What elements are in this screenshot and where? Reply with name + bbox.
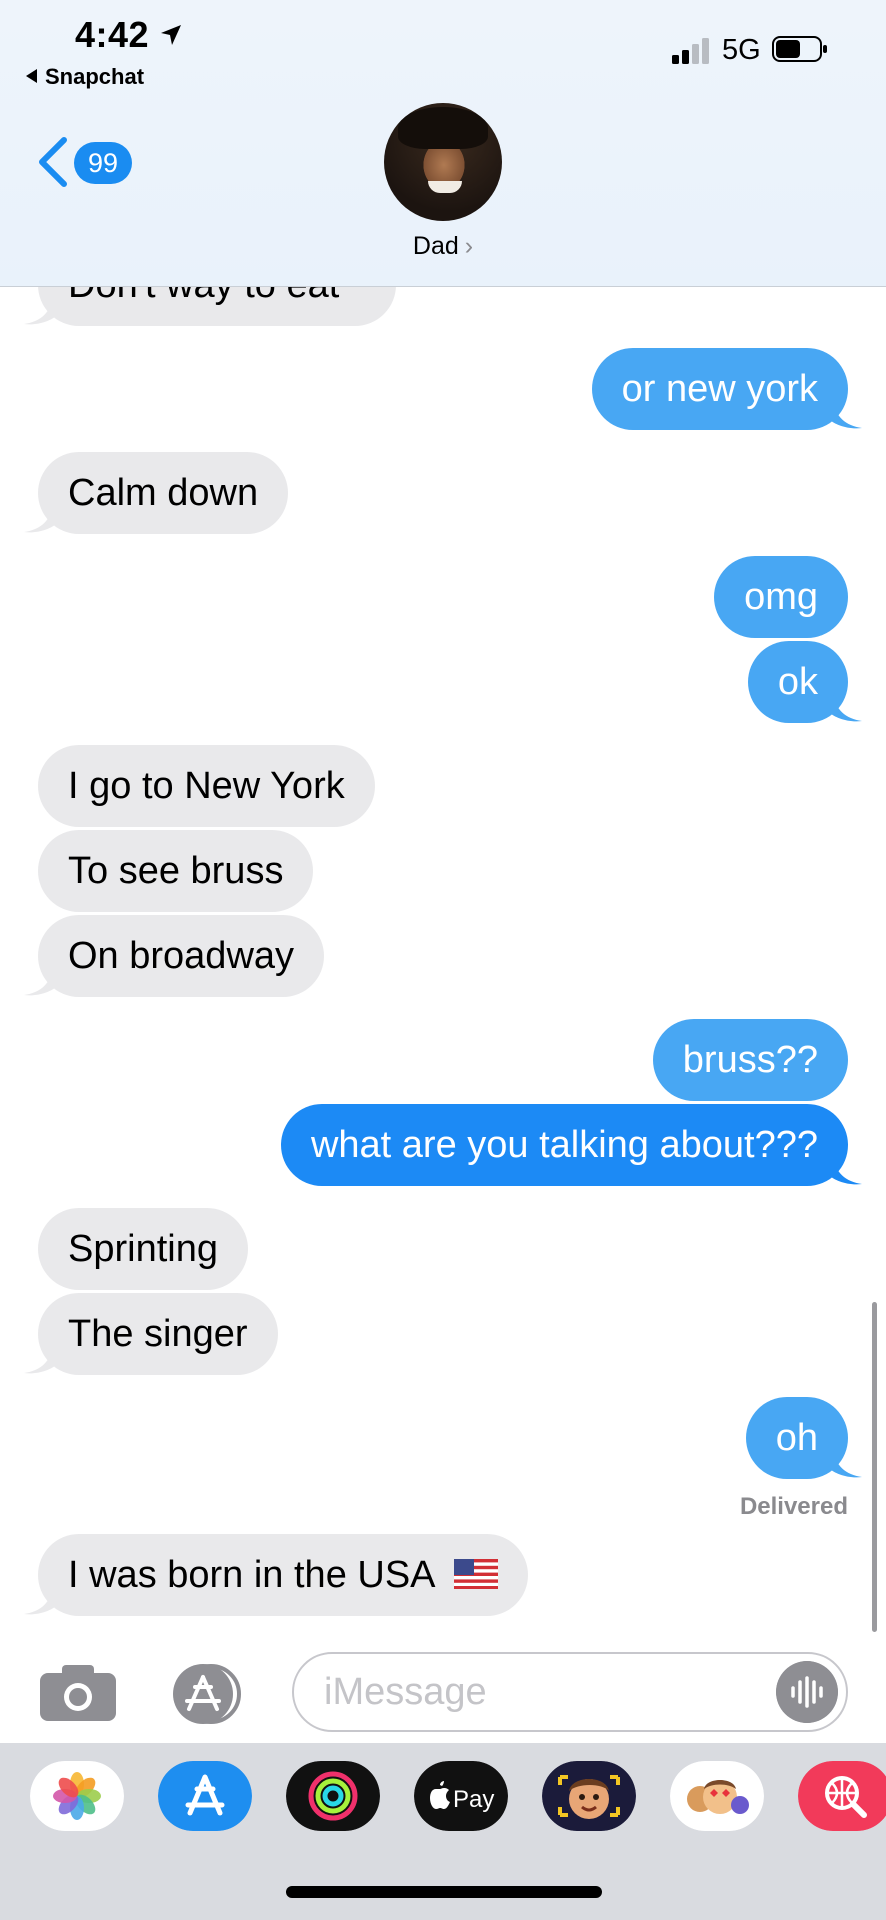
bubble-tail [24, 504, 56, 533]
bubble-tail [830, 1449, 862, 1478]
message-text: I was born in the USA [68, 1554, 434, 1596]
activity-app-icon[interactable] [286, 1761, 380, 1831]
photos-app-icon[interactable] [30, 1761, 124, 1831]
bubble-tail [24, 1345, 56, 1374]
location-arrow-icon [161, 25, 181, 45]
delivered-status: Delivered [739, 1493, 848, 1520]
message-outgoing[interactable]: what are you talking about??? [280, 1104, 848, 1186]
memoji-stickers-app-icon[interactable] [542, 1761, 636, 1831]
message-input[interactable]: iMessage [292, 1652, 848, 1732]
bubble-tail [24, 296, 56, 325]
message-incoming[interactable]: On broadway [38, 915, 325, 997]
contact-name-button[interactable]: Dad › [0, 232, 886, 261]
audio-message-icon[interactable] [776, 1661, 838, 1723]
message-incoming[interactable]: To see bruss [38, 830, 314, 912]
message-incoming[interactable]: The singer [38, 1293, 278, 1375]
unread-badge: 99 [74, 142, 132, 184]
apple-pay-app-icon[interactable]: Pay [414, 1761, 508, 1831]
home-indicator[interactable] [286, 1886, 602, 1898]
back-app-label: Snapchat [45, 64, 145, 89]
message-outgoing[interactable]: bruss?? [652, 1019, 848, 1101]
memoji-app-icon[interactable] [670, 1761, 764, 1831]
camera-button[interactable] [40, 1665, 116, 1721]
bubble-tail [830, 1156, 862, 1185]
back-button[interactable]: 99 [36, 132, 136, 192]
bubble-tail [830, 400, 862, 429]
message-incoming[interactable]: I was born in the USA [38, 1534, 528, 1616]
bubble-tail [830, 693, 862, 722]
scrollbar[interactable] [872, 1302, 877, 1632]
message-incoming[interactable]: Sprinting [38, 1208, 248, 1290]
back-triangle-icon [26, 69, 37, 83]
back-to-app-link[interactable]: Snapchat [26, 64, 144, 90]
input-placeholder: iMessage [324, 1671, 487, 1713]
contact-avatar[interactable] [384, 103, 502, 221]
message-outgoing[interactable]: omg [714, 556, 848, 638]
app-store-button[interactable] [165, 1663, 249, 1725]
avatar-smile [428, 181, 462, 193]
chevron-left-icon [39, 137, 67, 187]
network-type: 5G [722, 34, 761, 66]
bubble-tail [24, 967, 56, 996]
conversation-header: 4:42 Snapchat 5G 99 Dad › [0, 0, 886, 287]
contact-name: Dad [412, 232, 459, 260]
app-store-app-icon[interactable] [158, 1761, 252, 1831]
web-search-app-icon[interactable] [798, 1761, 886, 1831]
message-incoming[interactable]: I go to New York [38, 745, 375, 827]
svg-text:Pay: Pay [453, 1786, 494, 1813]
status-time: 4:42 [75, 14, 150, 55]
bubble-tail [24, 1586, 56, 1615]
chevron-right-icon: › [464, 232, 474, 260]
message-incoming[interactable]: Calm down [38, 452, 289, 534]
cellular-signal-icon [672, 38, 709, 64]
avatar-hair [398, 107, 488, 149]
us-flag-emoji [453, 1559, 498, 1589]
message-outgoing[interactable]: or new york [591, 348, 848, 430]
battery-icon [772, 36, 827, 62]
